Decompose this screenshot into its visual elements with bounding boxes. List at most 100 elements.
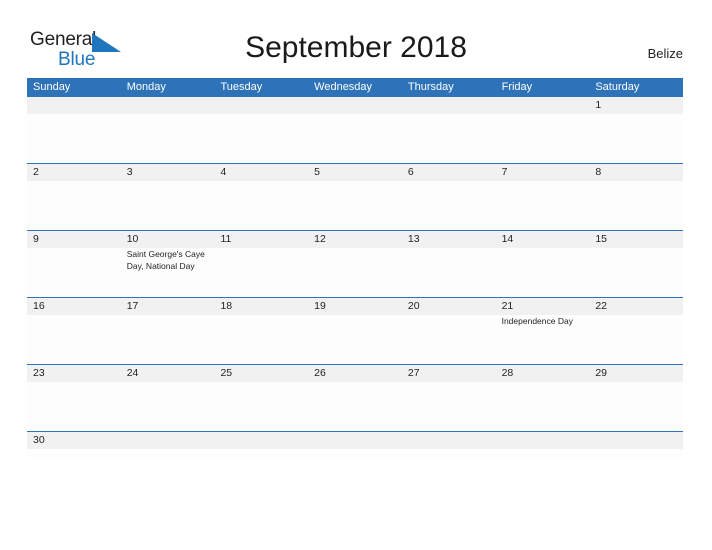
calendar-day-number: 4 — [220, 166, 227, 178]
calendar-day-number: 17 — [126, 300, 139, 312]
weekday-header-thursday: Thursday — [407, 81, 454, 93]
calendar-week-row: 16 17 18 19 20 21 Independence Day 22 — [27, 297, 683, 364]
weekday-header-sunday: Sunday — [33, 81, 71, 93]
calendar-day-cell[interactable]: 19 — [308, 298, 402, 364]
calendar-week-row: 9 10 Saint George's Caye Day, National Day… — [27, 230, 683, 297]
calendar-day-cell[interactable]: 11 — [214, 231, 308, 297]
weekday-header-row: Sunday Monday Tuesday Wednesday Thursday… — [27, 78, 683, 97]
calendar-day-number — [408, 97, 491, 114]
weekday-header-wednesday: Wednesday — [314, 81, 373, 93]
calendar-day-number: 1 — [595, 99, 602, 111]
calendar-day-number: 13 — [407, 233, 420, 245]
calendar-day-number — [127, 432, 210, 449]
calendar-day-cell[interactable]: 7 — [496, 164, 590, 230]
calendar-day-cell-empty — [121, 432, 215, 458]
calendar-day-number — [408, 432, 491, 449]
calendar-day-number — [220, 97, 303, 114]
calendar-day-cell[interactable]: 15 — [589, 231, 683, 297]
calendar-day-cell[interactable]: 4 — [214, 164, 308, 230]
calendar-day-number: 28 — [501, 367, 514, 379]
calendar-event-label: Saint George's Caye Day, National Day — [126, 249, 205, 271]
calendar-day-cell[interactable]: 9 — [27, 231, 121, 297]
calendar-day-number: 22 — [595, 300, 607, 312]
calendar-day-number: 20 — [407, 300, 420, 312]
calendar-day-number: 5 — [314, 166, 320, 178]
calendar-day-number — [502, 97, 585, 114]
calendar-day-cell[interactable]: 10 Saint George's Caye Day, National Day — [121, 231, 215, 297]
calendar-day-number — [595, 432, 678, 449]
calendar-day-number: 10 — [126, 233, 139, 245]
calendar-day-number: 27 — [407, 367, 420, 379]
page-title: September 2018 — [245, 31, 467, 64]
calendar-day-cell[interactable]: 22 — [589, 298, 683, 364]
calendar-day-number — [127, 97, 210, 114]
calendar-day-number: 3 — [126, 166, 133, 178]
calendar-day-cell[interactable]: 30 — [27, 432, 121, 458]
calendar-week-row: 30 — [27, 431, 683, 458]
calendar-day-cell[interactable]: 14 — [496, 231, 590, 297]
calendar-day-cell[interactable]: 23 — [27, 365, 121, 431]
calendar-day-cell[interactable]: 16 — [27, 298, 121, 364]
calendar-day-number: 8 — [595, 166, 602, 178]
calendar-day-cell-empty — [308, 97, 402, 163]
calendar-day-cell[interactable]: 12 — [308, 231, 402, 297]
calendar-event-label: Independence Day — [501, 316, 573, 326]
calendar-day-cell[interactable]: 26 — [308, 365, 402, 431]
calendar-day-cell[interactable]: 8 — [589, 164, 683, 230]
calendar-day-number: 18 — [220, 300, 233, 312]
calendar-day-cell[interactable]: 21 Independence Day — [496, 298, 590, 364]
calendar-day-cell-empty — [496, 432, 590, 458]
calendar-day-cell-empty — [402, 432, 496, 458]
calendar-day-cell-empty — [589, 432, 683, 458]
weekday-header-monday: Monday — [126, 81, 166, 93]
calendar-day-number: 2 — [33, 166, 39, 178]
calendar-day-cell[interactable]: 24 — [121, 365, 215, 431]
calendar-day-cell[interactable]: 29 — [589, 365, 683, 431]
calendar-day-number — [33, 97, 116, 114]
calendar-day-number: 9 — [33, 233, 39, 245]
calendar-week-cells: 2 3 4 5 6 7 8 — [27, 164, 683, 230]
calendar-day-cell-empty — [308, 432, 402, 458]
calendar-week-cells: 30 — [27, 432, 683, 458]
calendar-day-cell[interactable]: 2 — [27, 164, 121, 230]
calendar-grid: Sunday Monday Tuesday Wednesday Thursday… — [27, 78, 683, 458]
calendar-day-cell[interactable]: 13 — [402, 231, 496, 297]
calendar-day-cell-empty — [214, 432, 308, 458]
calendar-day-cell[interactable]: 27 — [402, 365, 496, 431]
calendar-day-number: 26 — [314, 367, 326, 379]
calendar-page: General Blue September 2018 Belize Sunda… — [0, 0, 712, 550]
calendar-day-number: 21 — [501, 300, 514, 312]
weekday-header-friday: Friday — [501, 81, 533, 93]
calendar-day-cell[interactable]: 17 — [121, 298, 215, 364]
calendar-day-cell[interactable]: 5 — [308, 164, 402, 230]
calendar-week-cells: 16 17 18 19 20 21 Independence Day 22 — [27, 298, 683, 364]
calendar-week-list: 1 2 3 4 5 6 7 8 9 10 Saint George's Caye Day, Nati… — [27, 97, 683, 458]
calendar-day-number — [314, 97, 397, 114]
calendar-day-cell-empty — [402, 97, 496, 163]
calendar-day-cell[interactable]: 6 — [402, 164, 496, 230]
weekday-header-saturday: Saturday — [595, 81, 640, 93]
calendar-day-cell-empty — [496, 97, 590, 163]
calendar-day-cell[interactable]: 3 — [121, 164, 215, 230]
calendar-day-number — [502, 432, 585, 449]
calendar-day-number: 7 — [501, 166, 508, 178]
calendar-week-cells: 1 — [27, 97, 683, 163]
calendar-day-cell-empty — [214, 97, 308, 163]
calendar-day-number: 6 — [407, 166, 414, 178]
calendar-day-cell-empty — [27, 97, 121, 163]
calendar-day-number: 12 — [314, 233, 326, 245]
calendar-day-number: 24 — [126, 367, 139, 379]
calendar-week-row: 23 24 25 26 27 28 29 — [27, 364, 683, 431]
page-header: General Blue September 2018 Belize — [0, 0, 712, 78]
calendar-week-cells: 9 10 Saint George's Caye Day, National Day… — [27, 231, 683, 297]
calendar-day-number — [220, 432, 303, 449]
calendar-day-number: 25 — [220, 367, 233, 379]
calendar-day-cell[interactable]: 25 — [214, 365, 308, 431]
calendar-day-cell[interactable]: 20 — [402, 298, 496, 364]
calendar-day-cell[interactable]: 1 — [589, 97, 683, 163]
calendar-day-cell[interactable]: 28 — [496, 365, 590, 431]
weekday-header-tuesday: Tuesday — [220, 81, 263, 93]
calendar-day-number: 14 — [501, 233, 514, 245]
calendar-day-number: 23 — [33, 367, 45, 379]
calendar-day-cell[interactable]: 18 — [214, 298, 308, 364]
